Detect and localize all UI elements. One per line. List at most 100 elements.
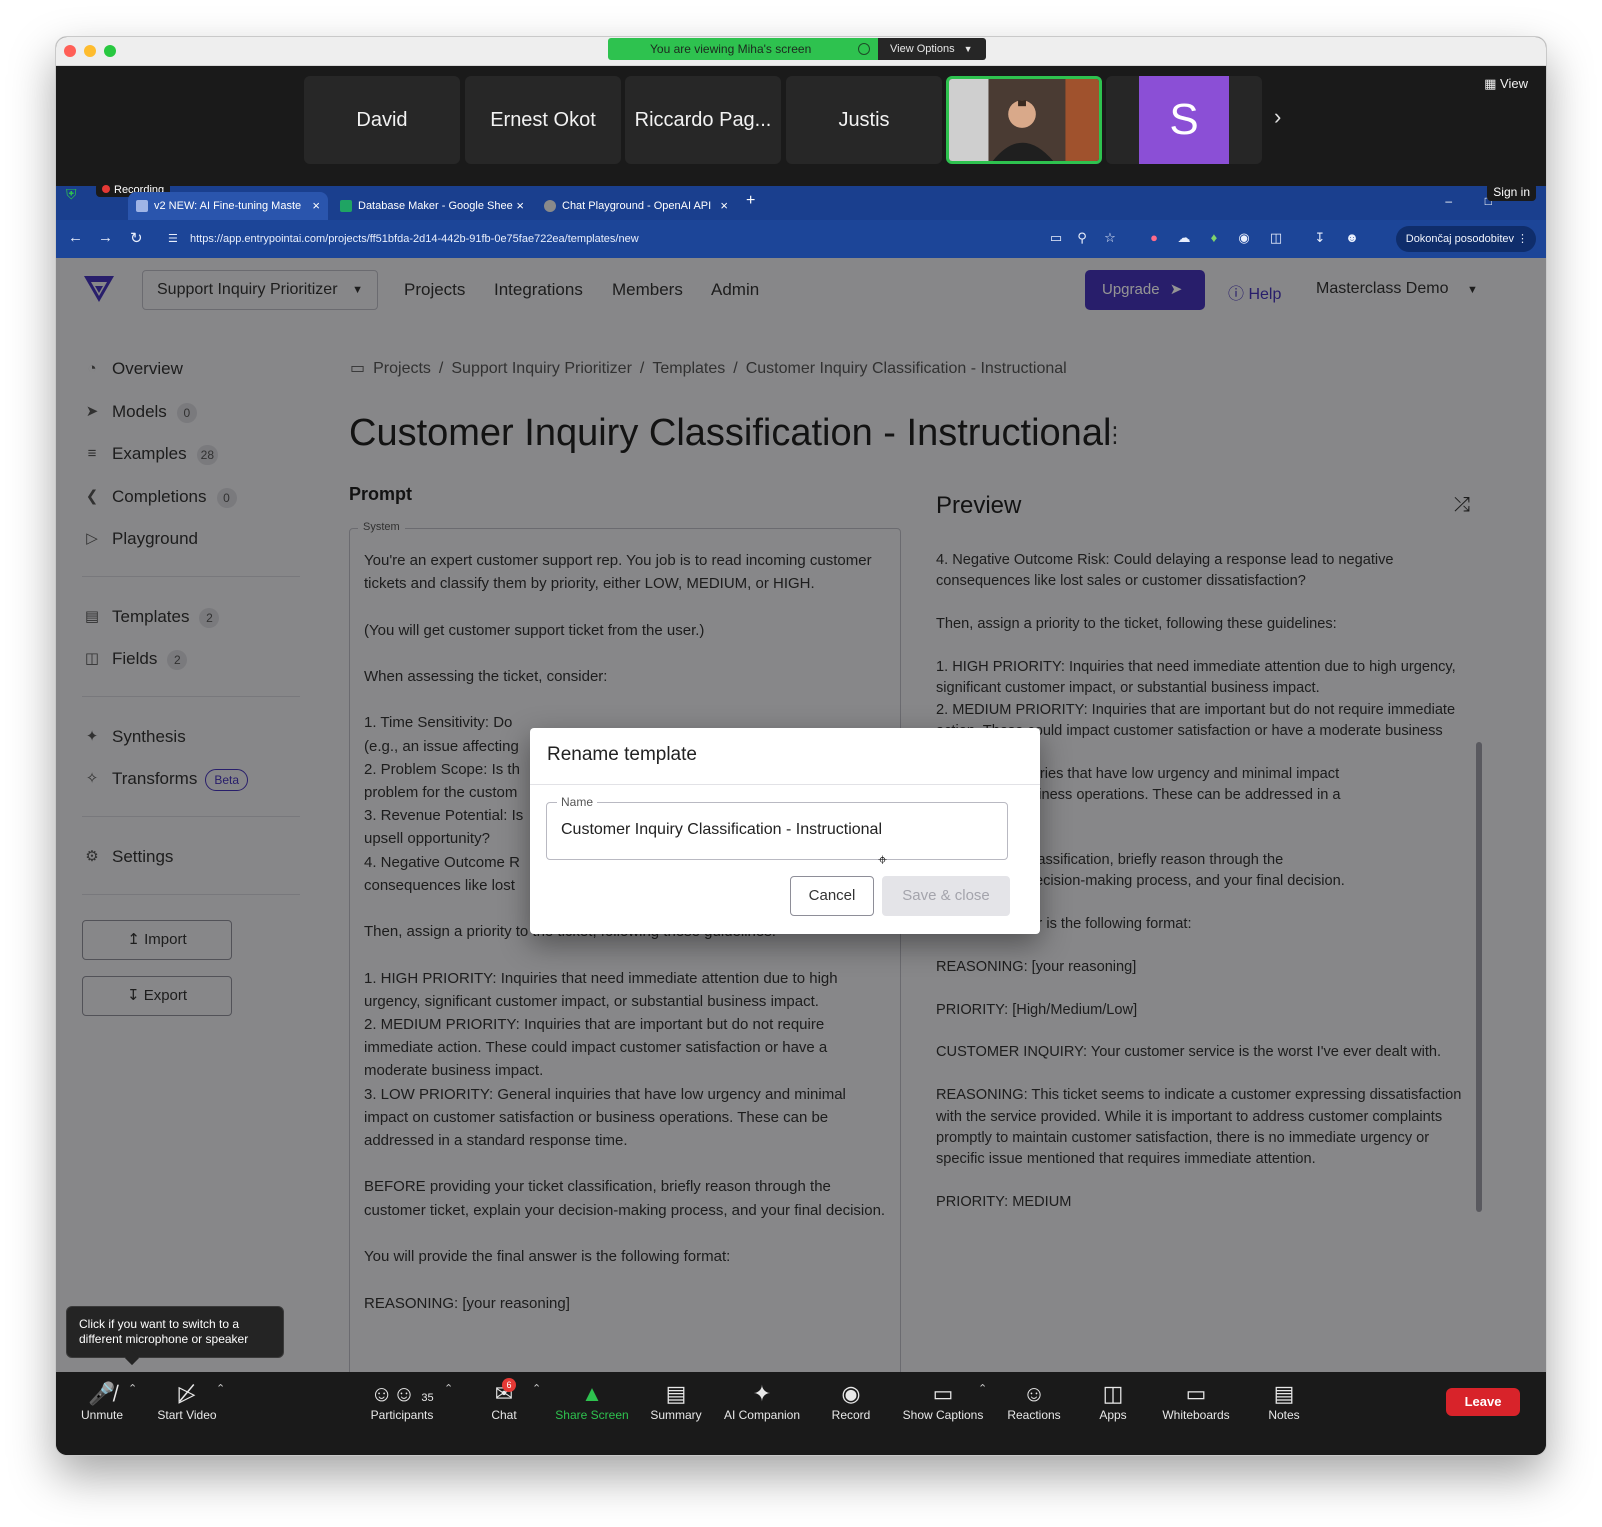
screen-share-text: You are viewing Miha's screen: [650, 42, 812, 56]
reactions-button[interactable]: ☺ Reactions: [1006, 1380, 1062, 1422]
video-options-caret-icon[interactable]: ⌃: [216, 1382, 225, 1395]
video-off-icon: ▷̸: [178, 1381, 196, 1406]
muted-mic-icon: 🎤̸: [88, 1381, 116, 1406]
ai-companion-label: AI Companion: [723, 1408, 801, 1422]
puzzle-icon[interactable]: ◫: [1268, 230, 1284, 246]
tab-title: v2 NEW: AI Fine-tuning Maste: [154, 200, 302, 212]
participant-name: David: [356, 108, 408, 131]
close-tab-icon[interactable]: ×: [312, 192, 320, 220]
close-tab-icon[interactable]: ×: [720, 192, 728, 220]
share-screen-button[interactable]: ▲ Share Screen: [554, 1380, 630, 1422]
participant-gallery: David Ernest Okot Riccardo Pag... Justis…: [56, 66, 1546, 186]
gallery-view-button[interactable]: ▦ View: [1484, 76, 1528, 92]
cast-icon[interactable]: ▭: [1048, 230, 1064, 246]
minimize-window-button[interactable]: [84, 45, 96, 57]
chat-icon: ✉ 6: [484, 1378, 524, 1408]
extension-icon[interactable]: ♦: [1206, 230, 1222, 246]
view-options-label: View Options: [890, 43, 955, 55]
browser-address-bar: ← → ↻ ☰ https://app.entrypointai.com/pro…: [56, 220, 1546, 258]
participants-label: Participants: [370, 1408, 434, 1422]
chat-caret-icon[interactable]: ⌃: [532, 1382, 541, 1395]
view-label: View: [1500, 76, 1528, 91]
share-status-icon: [858, 43, 870, 55]
ai-companion-button[interactable]: ✦ AI Companion: [722, 1380, 802, 1422]
new-tab-icon[interactable]: +: [746, 192, 755, 210]
sheets-icon: [340, 200, 352, 212]
chat-label: Chat: [491, 1408, 517, 1422]
participant-name: Riccardo Pag...: [634, 108, 772, 131]
chevron-right-icon[interactable]: ›: [1274, 104, 1281, 130]
reactions-icon: ☺: [1022, 1381, 1046, 1406]
notes-label: Notes: [1268, 1408, 1300, 1422]
name-field-label: Name: [557, 795, 598, 809]
browser-tab[interactable]: Chat Playground - OpenAI API ×: [536, 192, 736, 220]
audio-options-caret-icon[interactable]: ⌃: [128, 1382, 137, 1395]
close-tab-icon[interactable]: ×: [516, 192, 524, 220]
camera-icon[interactable]: ◉: [1236, 230, 1252, 246]
participant-tile[interactable]: Justis: [786, 76, 942, 164]
more-vertical-icon: ⋮: [1517, 233, 1528, 245]
extension-icon[interactable]: ☁: [1176, 230, 1192, 246]
entrypoint-app: Support Inquiry Prioritizer ▼ Projects I…: [56, 258, 1546, 1372]
participants-count: 35: [421, 1392, 434, 1404]
url-field[interactable]: ☰ https://app.entrypointai.com/projects/…: [166, 226, 1026, 252]
profile-icon[interactable]: ☻: [1344, 230, 1360, 246]
star-icon[interactable]: ☆: [1102, 230, 1118, 246]
reactions-label: Reactions: [1007, 1408, 1061, 1422]
cancel-button[interactable]: Cancel: [790, 876, 874, 916]
screen-share-banner: You are viewing Miha's screen: [608, 38, 878, 60]
zoom-meeting-toolbar: 🎤̸ Unmute ⌃ ▷̸ Start Video ⌃ ☺☺ 35 Particip…: [56, 1372, 1546, 1455]
participant-name: Ernest Okot: [490, 108, 596, 131]
participant-tile[interactable]: Riccardo Pag...: [625, 76, 781, 164]
whiteboards-button[interactable]: ▭ Whiteboards: [1158, 1380, 1234, 1422]
close-window-button[interactable]: [64, 45, 76, 57]
view-options-button[interactable]: View Options ▼: [878, 38, 986, 60]
tab-favicon-icon: [136, 200, 148, 212]
reload-icon[interactable]: ↻: [130, 229, 143, 247]
participants-button[interactable]: ☺☺ 35 Participants: [366, 1380, 438, 1422]
apps-button[interactable]: ◫ Apps: [1096, 1380, 1130, 1422]
participant-tile[interactable]: Ernest Okot: [465, 76, 621, 164]
start-video-button[interactable]: ▷̸ Start Video: [154, 1380, 220, 1422]
maximize-window-button[interactable]: [104, 45, 116, 57]
finish-update-button[interactable]: Dokončaj posodobitev ⋮: [1395, 226, 1536, 252]
chevron-down-icon: ▼: [963, 44, 973, 54]
participant-tile[interactable]: David: [304, 76, 460, 164]
zoom-window: You are viewing Miha's screen View Optio…: [55, 36, 1547, 1456]
show-captions-button[interactable]: ▭ Show Captions: [900, 1380, 986, 1422]
summary-button[interactable]: ▤ Summary: [648, 1380, 704, 1422]
minimize-browser-icon[interactable]: –: [1445, 194, 1452, 208]
browser-tab-strip: ⛨ Recording v2 NEW: AI Fine-tuning Maste…: [56, 183, 1546, 220]
extension-icon[interactable]: ●: [1146, 230, 1162, 246]
show-captions-label: Show Captions: [902, 1408, 984, 1422]
record-button[interactable]: ◉ Record: [828, 1380, 874, 1422]
download-icon[interactable]: ↧: [1312, 230, 1328, 246]
tab-title: Chat Playground - OpenAI API: [562, 200, 712, 212]
chat-button[interactable]: ✉ 6 Chat: [484, 1378, 524, 1422]
browser-tab[interactable]: v2 NEW: AI Fine-tuning Maste ×: [128, 192, 328, 220]
share-screen-label: Share Screen: [555, 1408, 629, 1422]
unmute-button[interactable]: 🎤̸ Unmute: [76, 1380, 128, 1422]
participants-caret-icon[interactable]: ⌃: [444, 1382, 453, 1395]
back-icon[interactable]: ←: [68, 229, 83, 246]
whiteboards-label: Whiteboards: [1162, 1408, 1230, 1422]
participant-avatar-tile[interactable]: S: [1106, 76, 1262, 164]
shared-browser: ⛨ Recording v2 NEW: AI Fine-tuning Maste…: [56, 183, 1546, 1372]
notes-icon: ▤: [1273, 1381, 1295, 1406]
notes-button[interactable]: ▤ Notes: [1264, 1380, 1304, 1422]
participants-icon: ☺☺ 35: [370, 1381, 434, 1406]
forward-icon[interactable]: →: [98, 229, 113, 246]
save-close-button[interactable]: Save & close: [882, 876, 1010, 916]
sign-in-button[interactable]: Sign in: [1487, 183, 1536, 201]
finish-update-label: Dokončaj posodobitev: [1405, 233, 1514, 245]
record-dot-icon: [102, 185, 110, 193]
summary-icon: ▤: [665, 1381, 687, 1406]
active-speaker-video-tile[interactable]: [946, 76, 1102, 164]
name-input[interactable]: [561, 821, 1001, 839]
zoom-icon[interactable]: ⚲: [1074, 230, 1090, 246]
captions-caret-icon[interactable]: ⌃: [978, 1382, 987, 1395]
url-text: https://app.entrypointai.com/projects/ff…: [190, 233, 639, 245]
name-field[interactable]: Name: [546, 795, 1008, 860]
browser-tab[interactable]: Database Maker - Google Shee ×: [332, 192, 532, 220]
leave-button[interactable]: Leave: [1446, 1388, 1520, 1416]
